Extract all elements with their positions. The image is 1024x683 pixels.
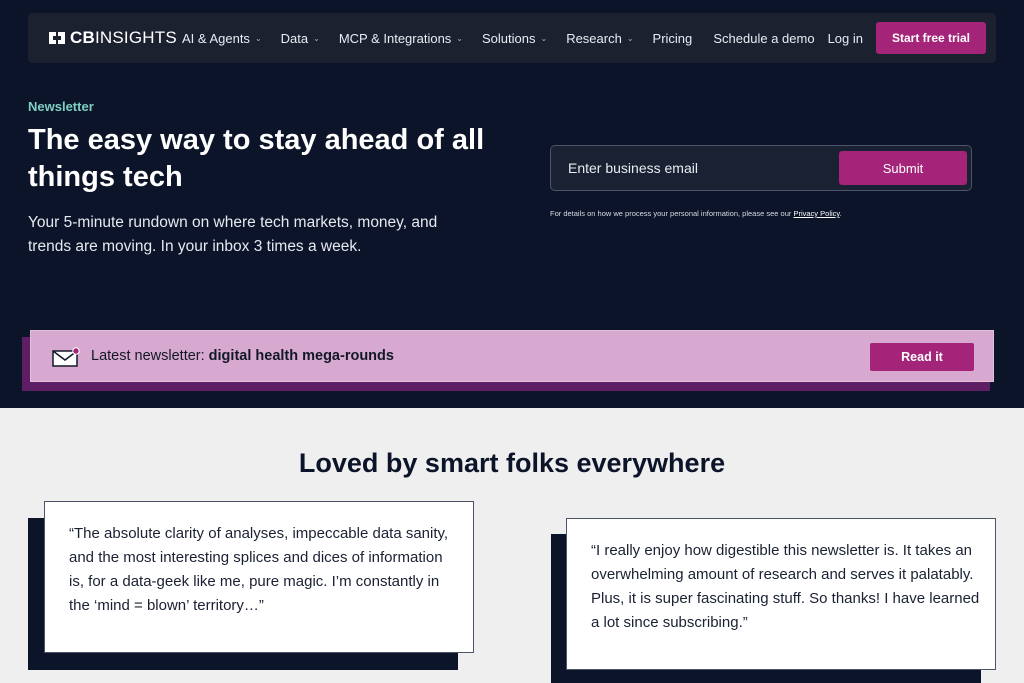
newsletter-eyebrow: Newsletter xyxy=(28,99,94,114)
email-signup-form: Submit xyxy=(550,145,972,191)
testimonials-section: Loved by smart folks everywhere “The abs… xyxy=(0,408,1024,683)
hero-subtitle: Your 5-minute rundown on where tech mark… xyxy=(28,214,438,255)
latest-newsletter-text: Latest newsletter: digital health mega-r… xyxy=(91,348,394,364)
cb-logo-icon xyxy=(47,30,67,46)
submit-button[interactable]: Submit xyxy=(839,151,967,185)
nav-item-research[interactable]: Research ⌄ xyxy=(566,31,633,46)
chevron-down-icon: ⌄ xyxy=(456,33,463,43)
nav-item-data[interactable]: Data ⌄ xyxy=(281,31,320,46)
top-nav: CBINSIGHTS AI & Agents ⌄ Data ⌄ MCP & Inte… xyxy=(28,13,996,63)
cb-insights-logo[interactable]: CBINSIGHTS xyxy=(47,28,177,48)
business-email-input[interactable] xyxy=(551,146,839,190)
chevron-down-icon: ⌄ xyxy=(540,33,548,43)
envelope-icon xyxy=(52,347,80,367)
nav-actions: Schedule a demo Log in Start free trial xyxy=(713,22,986,54)
hero-title: The easy way to stay ahead of all things… xyxy=(28,124,485,193)
testimonial-card: “I really enjoy how digestible this news… xyxy=(566,518,996,670)
nav-menu: AI & Agents ⌄ Data ⌄ MCP & Integrations ⌄ S… xyxy=(182,13,711,63)
newsletter-topic: digital health mega-rounds xyxy=(208,348,394,364)
privacy-policy-link[interactable]: Privacy Policy xyxy=(793,209,839,218)
testimonial-quote: “The absolute clarity of analyses, impec… xyxy=(69,525,449,614)
nav-item-ai-agents[interactable]: AI & Agents ⌄ xyxy=(182,31,262,46)
login-link[interactable]: Log in xyxy=(828,31,863,46)
testimonial-quote: “I really enjoy how digestible this news… xyxy=(591,542,980,631)
testimonial-card: “The absolute clarity of analyses, impec… xyxy=(44,501,474,653)
latest-newsletter-banner: Latest newsletter: digital health mega-r… xyxy=(30,330,994,382)
logo-wordmark: CBINSIGHTS xyxy=(70,28,177,47)
schedule-demo-link[interactable]: Schedule a demo xyxy=(713,31,814,46)
nav-item-pricing[interactable]: Pricing xyxy=(653,31,693,46)
chevron-down-icon: ⌄ xyxy=(254,33,262,43)
nav-item-mcp-integrations[interactable]: MCP & Integrations ⌄ xyxy=(339,31,463,46)
chevron-down-icon: ⌄ xyxy=(313,33,320,43)
nav-item-solutions[interactable]: Solutions ⌄ xyxy=(482,31,547,46)
chevron-down-icon: ⌄ xyxy=(626,33,634,43)
read-it-button[interactable]: Read it xyxy=(870,343,974,371)
testimonials-title: Loved by smart folks everywhere xyxy=(298,448,726,478)
start-free-trial-button[interactable]: Start free trial xyxy=(876,22,986,54)
privacy-note: For details on how we process your perso… xyxy=(550,209,842,218)
